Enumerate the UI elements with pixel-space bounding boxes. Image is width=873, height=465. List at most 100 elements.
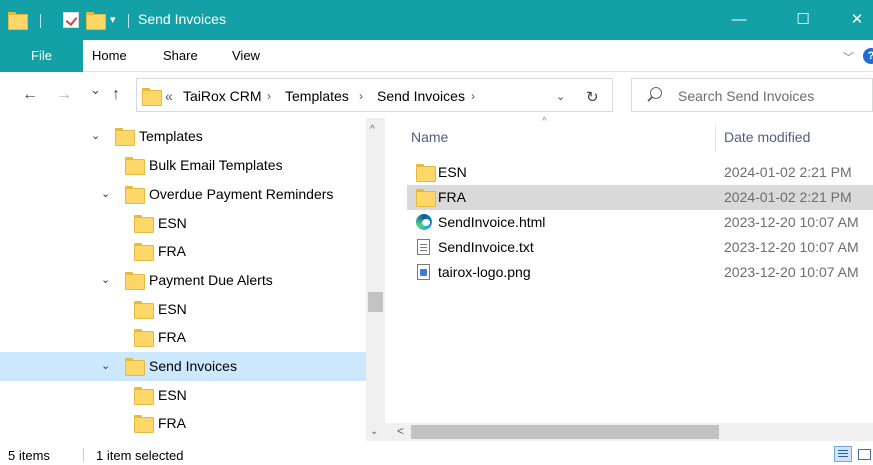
folder-icon (125, 157, 145, 175)
column-divider[interactable] (715, 124, 716, 152)
image-file-icon (417, 264, 430, 280)
address-bar[interactable]: « TaiRox CRM › Templates › Send Invoices… (136, 78, 613, 112)
breadcrumb-templates[interactable]: Templates (285, 88, 349, 104)
ribbon-tabs: File Home Share View ﹀ ? (0, 40, 873, 72)
navigation-pane-scrollbar[interactable]: ^ (366, 118, 385, 441)
folder-icon (134, 301, 154, 319)
tab-share[interactable]: Share (163, 40, 198, 72)
refresh-icon[interactable]: ↻ (586, 88, 599, 106)
file-row-sendinvoice-html[interactable]: SendInvoice.html 2023-12-20 10:07 AM (407, 210, 873, 235)
new-folder-icon[interactable] (86, 12, 106, 30)
tree-item-templates[interactable]: ⌄ Templates (0, 122, 366, 151)
collapse-chevron-icon[interactable]: ⌄ (91, 129, 100, 142)
file-date: 2024-01-02 2:21 PM (724, 189, 852, 205)
column-header-name[interactable]: Name (411, 129, 448, 145)
expand-ribbon-icon[interactable]: ﹀ (843, 49, 854, 65)
file-list-horizontal-scrollbar[interactable]: < (385, 423, 873, 441)
properties-check-icon[interactable] (63, 12, 79, 28)
scrollbar-thumb[interactable] (368, 292, 383, 312)
forward-arrow-icon[interactable]: → (56, 86, 72, 104)
file-date: 2023-12-20 10:07 AM (724, 214, 859, 230)
collapse-chevron-icon[interactable]: ⌄ (101, 187, 110, 200)
folder-icon (125, 358, 145, 376)
collapse-chevron-icon[interactable]: ⌄ (101, 273, 110, 286)
file-row-esn[interactable]: ESN 2024-01-02 2:21 PM (407, 160, 873, 185)
folder-icon (416, 189, 436, 207)
tree-item-fra[interactable]: FRA (0, 323, 366, 352)
file-name: SendInvoice.html (438, 214, 546, 230)
breadcrumb-separator[interactable]: › (359, 89, 363, 103)
large-icons-view-icon[interactable] (857, 446, 871, 462)
file-date: 2023-12-20 10:07 AM (724, 264, 859, 280)
breadcrumb-send-invoices[interactable]: Send Invoices (377, 88, 465, 104)
breadcrumb-tairox-crm[interactable]: TaiRox CRM (183, 88, 262, 104)
folder-icon (134, 243, 154, 261)
scroll-down-arrow-icon[interactable]: ⌄ (370, 426, 378, 437)
tree-item-label: ESN (158, 387, 187, 403)
file-name: FRA (438, 189, 466, 205)
folder-icon (115, 128, 135, 146)
tree-item-overdue-payment-reminders[interactable]: ⌄ Overdue Payment Reminders (0, 180, 366, 209)
tree-item-label: Send Invoices (149, 358, 237, 374)
tree-item-label: FRA (158, 415, 186, 431)
details-view-icon[interactable] (834, 446, 852, 462)
tree-item-esn[interactable]: ESN (0, 209, 366, 238)
minimize-button[interactable]: — (716, 0, 762, 40)
tree-item-send-invoices[interactable]: ⌄ Send Invoices (0, 352, 366, 381)
folder-icon (134, 415, 154, 433)
tree-item-esn[interactable]: ESN (0, 381, 366, 410)
text-file-icon (417, 239, 430, 255)
tree-item-label: Overdue Payment Reminders (149, 186, 334, 202)
search-input[interactable]: Search Send Invoices (631, 78, 873, 112)
navigation-pane: ⌄ Templates Bulk Email Templates ⌄ Overd… (0, 118, 366, 441)
tree-item-fra[interactable]: FRA (0, 237, 366, 266)
file-row-sendinvoice-txt[interactable]: SendInvoice.txt 2023-12-20 10:07 AM (407, 235, 873, 260)
up-arrow-icon[interactable]: ↑ (112, 86, 120, 104)
recent-locations-icon[interactable]: ⌄ (90, 82, 101, 98)
tree-item-label: Payment Due Alerts (149, 272, 273, 288)
maximize-button[interactable]: ☐ (780, 0, 826, 40)
breadcrumb-separator[interactable]: › (267, 89, 271, 103)
tree-item-payment-due-alerts[interactable]: ⌄ Payment Due Alerts (0, 266, 366, 295)
tree-item-bulk-email-templates[interactable]: Bulk Email Templates (0, 151, 366, 180)
breadcrumb-separator[interactable]: › (471, 89, 475, 103)
titlebar-divider (40, 14, 41, 28)
sort-ascending-icon: ^ (542, 116, 547, 127)
folder-icon (8, 12, 28, 30)
help-icon[interactable]: ? (863, 48, 873, 64)
titlebar-divider (128, 14, 129, 28)
collapse-chevron-icon[interactable]: ⌄ (101, 359, 110, 372)
folder-icon (134, 329, 154, 347)
file-date: 2023-12-20 10:07 AM (724, 239, 859, 255)
folder-icon (125, 186, 145, 204)
address-dropdown-icon[interactable]: ⌄ (556, 90, 565, 103)
close-button[interactable]: ✕ (834, 0, 873, 40)
scroll-left-arrow-icon[interactable]: < (397, 424, 404, 438)
tree-item-label: Templates (139, 128, 203, 144)
scrollbar-thumb[interactable] (411, 425, 719, 439)
back-arrow-icon[interactable]: ← (22, 86, 38, 104)
selection-count: 1 item selected (96, 448, 184, 463)
file-date: 2024-01-02 2:21 PM (724, 164, 852, 180)
title-bar: ▾ Send Invoices — ☐ ✕ (0, 0, 873, 40)
tree-item-esn[interactable]: ESN (0, 295, 366, 324)
item-count: 5 items (8, 448, 50, 463)
file-row-tairox-logo-png[interactable]: tairox-logo.png 2023-12-20 10:07 AM (407, 260, 873, 285)
quick-access-dropdown-icon[interactable]: ▾ (110, 13, 116, 26)
file-name: ESN (438, 164, 467, 180)
scroll-up-arrow-icon[interactable]: ^ (370, 124, 375, 135)
tree-item-label: FRA (158, 329, 186, 345)
folder-icon (416, 164, 436, 182)
address-overflow[interactable]: « (165, 88, 173, 104)
tab-view[interactable]: View (232, 40, 260, 72)
column-header-date-modified[interactable]: Date modified (724, 129, 810, 145)
file-row-fra[interactable]: FRA 2024-01-02 2:21 PM (407, 185, 873, 210)
tree-item-fra[interactable]: FRA (0, 409, 366, 438)
tab-file[interactable]: File (0, 40, 83, 72)
tab-home[interactable]: Home (92, 40, 127, 72)
status-divider (83, 448, 84, 462)
folder-icon (125, 272, 145, 290)
search-icon (650, 87, 662, 99)
file-name: tairox-logo.png (438, 264, 531, 280)
tree-item-label: ESN (158, 215, 187, 231)
